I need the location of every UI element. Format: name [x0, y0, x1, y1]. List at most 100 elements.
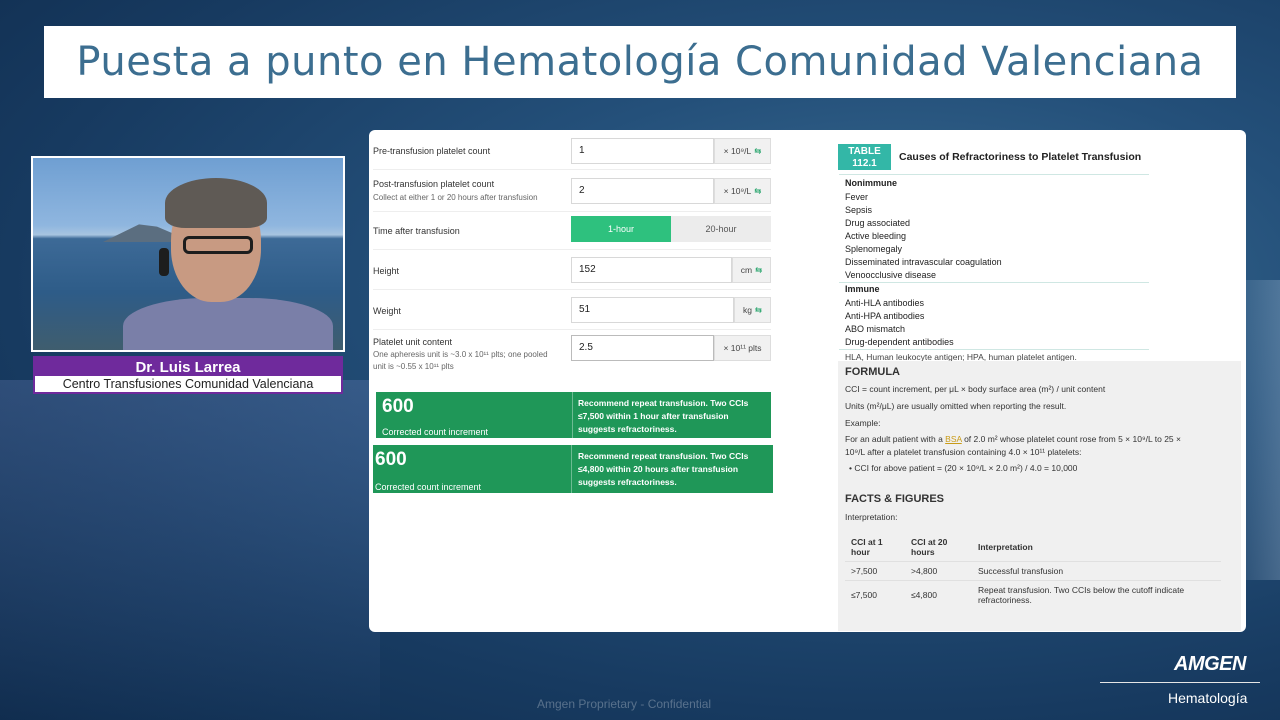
table-title: Causes of Refractoriness to Platelet Tra…	[899, 151, 1142, 163]
swap-units-icon[interactable]: ⇆	[755, 305, 762, 315]
presenter-figure	[123, 178, 333, 350]
swap-units-icon[interactable]: ⇆	[755, 265, 762, 275]
col-cci-20-hours: CCI at 20 hours	[911, 537, 948, 557]
post-transfusion-input[interactable]: 2	[571, 178, 714, 204]
formula-line-2: Units (m²/μL) are usually omitted when r…	[845, 401, 1067, 411]
result-20-hour: 600 Corrected count increment Recommend …	[373, 445, 773, 493]
height-row: Height 152 cm ⇆	[373, 252, 771, 290]
formula-line-4: For an adult patient with a BSA of 2.0 m…	[845, 433, 1181, 446]
slide-title: Puesta a punto en Hematología Comunidad …	[76, 39, 1204, 85]
brand-subtitle: Hematología	[1168, 690, 1248, 706]
table-section-nonimmune: Nonimmune	[845, 178, 898, 188]
slide-title-bar: Puesta a punto en Hematología Comunidad …	[44, 26, 1236, 98]
weight-input[interactable]: 51	[571, 297, 734, 323]
platelet-unit-content-row: Platelet unit content One apheresis unit…	[373, 332, 771, 380]
formula-heading: FORMULA	[845, 366, 900, 378]
list-item: Active bleeding	[845, 231, 907, 241]
pre-transfusion-unit[interactable]: × 10⁹/L ⇆	[714, 138, 771, 164]
post-transfusion-unit-text: × 10⁹/L	[723, 186, 752, 196]
post-transfusion-row: Post-transfusion platelet count Collect …	[373, 172, 771, 212]
table-row: >7,500 >4,800 Successful transfusion	[845, 561, 1221, 581]
formula-line-4-start: For an adult patient with a	[845, 434, 946, 444]
formula-line-3: Example:	[845, 418, 881, 428]
time-option-20-hour[interactable]: 20-hour	[671, 216, 771, 242]
platelet-unit-unit: × 10¹¹ plts	[714, 335, 771, 361]
post-transfusion-unit[interactable]: × 10⁹/L ⇆	[714, 178, 771, 204]
table-header-row: CCI at 1 hour CCI at 20 hours Interpreta…	[845, 533, 1221, 562]
post-transfusion-label: Post-transfusion platelet count	[373, 179, 495, 189]
time-after-transfusion-row: Time after transfusion 1-hour 20-hour	[373, 214, 771, 250]
list-item: Splenomegaly	[845, 244, 903, 254]
shared-screen-panel: Pre-transfusion platelet count 1 × 10⁹/L…	[369, 130, 1246, 632]
result-2-recommendation: Recommend repeat transfusion. Two CCIs ≤…	[578, 451, 749, 487]
result-1-value: 600	[382, 396, 414, 417]
formula-line-5: 10⁹/L after a platelet transfusion conta…	[845, 447, 1082, 457]
table-divider	[839, 349, 1149, 350]
height-label: Height	[373, 266, 400, 276]
table-cell: Repeat transfusion. Two CCIs below the c…	[972, 580, 1221, 609]
confidential-footer: Amgen Proprietary - Confidential	[537, 697, 712, 711]
presenter-name-plate: Dr. Luis Larrea Centro Transfusiones Com…	[33, 356, 343, 394]
result-1-caption: Corrected count increment	[382, 427, 489, 437]
table-cell: ≤7,500	[845, 580, 905, 609]
swap-units-icon[interactable]: ⇆	[754, 186, 761, 196]
table-cell: >7,500	[845, 561, 905, 581]
list-item: Drug-dependent antibodies	[845, 337, 954, 347]
hair	[165, 178, 267, 228]
result-2-divider	[571, 445, 572, 493]
interpretation-label: Interpretation:	[845, 512, 898, 522]
list-item: Fever	[845, 192, 869, 202]
height-input[interactable]: 152	[571, 257, 732, 283]
facts-heading: FACTS & FIGURES	[845, 493, 945, 505]
amgen-logo: AMGEN	[1174, 653, 1246, 675]
pre-transfusion-label: Pre-transfusion platelet count	[373, 146, 491, 156]
presenter-name: Dr. Luis Larrea	[135, 359, 241, 376]
result-1-divider	[572, 392, 573, 438]
presenter-video	[31, 156, 345, 352]
list-item: ABO mismatch	[845, 324, 906, 334]
time-toggle: 1-hour 20-hour	[571, 216, 771, 242]
table-divider	[839, 174, 1149, 175]
table-cell: ≤4,800	[905, 580, 972, 609]
interpretation-table: CCI at 1 hour CCI at 20 hours Interpreta…	[845, 533, 1221, 609]
post-transfusion-hint: Collect at either 1 or 20 hours after tr…	[373, 193, 538, 202]
time-option-1-hour[interactable]: 1-hour	[571, 216, 671, 242]
table-section-immune: Immune	[845, 284, 880, 294]
table-badge-number: 112.1	[852, 158, 877, 169]
weight-unit-text: kg	[742, 305, 752, 315]
platelet-unit-input[interactable]: 2.5	[571, 335, 714, 361]
result-1-hour: 600 Corrected count increment Recommend …	[376, 392, 771, 438]
result-1-recommendation: Recommend repeat transfusion. Two CCIs ≤…	[578, 398, 749, 434]
weight-unit[interactable]: kg ⇆	[734, 297, 771, 323]
platelet-unit-content-label: Platelet unit content	[373, 337, 453, 347]
formula-example-result: • CCI for above patient = (20 × 10⁹/L × …	[849, 463, 1078, 473]
glasses	[183, 236, 253, 254]
list-item: Venoocclusive disease	[845, 270, 937, 280]
table-cell: Successful transfusion	[972, 561, 1221, 581]
swap-units-icon[interactable]: ⇆	[754, 146, 761, 156]
headset-icon	[159, 248, 169, 276]
height-unit[interactable]: cm ⇆	[732, 257, 771, 283]
formula-line-1: CCI = count increment, per μL × body sur…	[845, 384, 1106, 394]
weight-row: Weight 51 kg ⇆	[373, 292, 771, 330]
shirt	[123, 298, 333, 350]
table-badge: TABLE 112.1	[838, 144, 891, 170]
presenter-organization: Centro Transfusiones Comunidad Valencian…	[35, 376, 341, 392]
formula-section: FORMULA CCI = count increment, per μL × …	[838, 361, 1241, 631]
weight-label: Weight	[373, 306, 401, 316]
col-interpretation: Interpretation	[978, 542, 1033, 552]
platelet-unit-hint-1: One apheresis unit is ~3.0 x 10¹¹ plts; …	[373, 350, 548, 359]
result-2-value: 600	[375, 449, 407, 470]
height-unit-text: cm	[740, 265, 753, 275]
background-decoration	[0, 380, 380, 720]
col-cci-1-hour: CCI at 1 hour	[851, 537, 883, 557]
bsa-link[interactable]: BSA	[945, 434, 962, 444]
table-badge-label: TABLE	[848, 146, 881, 157]
list-item: Anti-HPA antibodies	[845, 311, 925, 321]
list-item: Drug associated	[845, 218, 911, 228]
pre-transfusion-input[interactable]: 1	[571, 138, 714, 164]
table-cell: >4,800	[905, 561, 972, 581]
pre-transfusion-row: Pre-transfusion platelet count 1 × 10⁹/L…	[373, 136, 771, 170]
result-2-caption: Corrected count increment	[375, 482, 482, 492]
time-after-transfusion-label: Time after transfusion	[373, 226, 460, 236]
